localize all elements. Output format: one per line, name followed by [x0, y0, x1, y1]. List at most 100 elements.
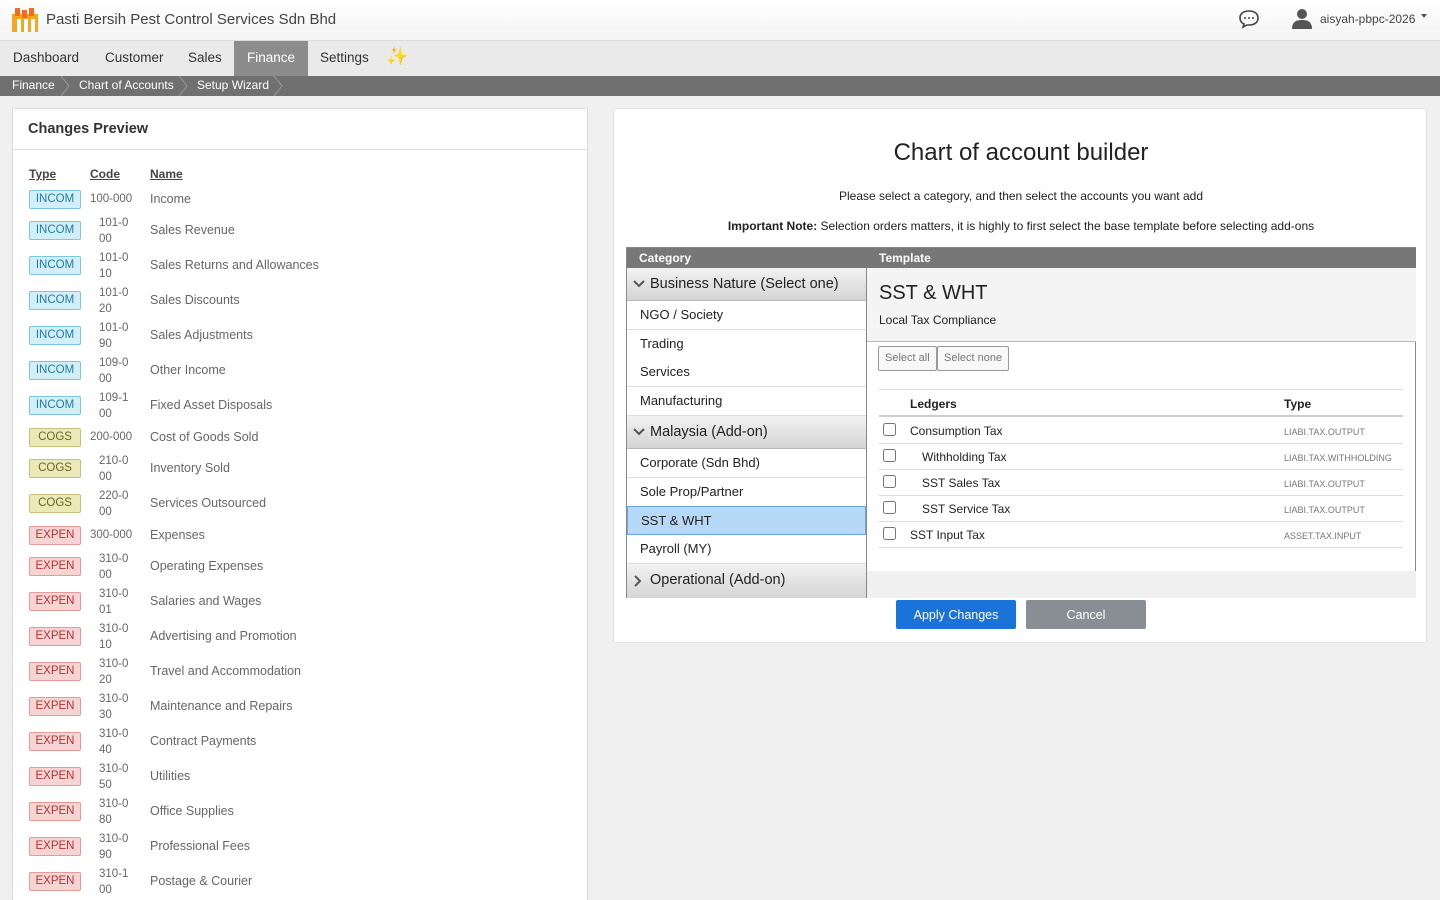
account-name: Contract Payments: [150, 734, 257, 748]
table-row[interactable]: INCOM 101-000 Sales Revenue: [13, 213, 587, 248]
table-row[interactable]: EXPEN 310-080 Office Supplies: [13, 794, 587, 829]
category-item-corporate[interactable]: Corporate (Sdn Bhd): [627, 449, 866, 478]
ledger-type: LIABI.TAX.WITHHOLDING: [1284, 453, 1392, 463]
ledger-type: LIABI.TAX.OUTPUT: [1284, 479, 1365, 489]
table-row[interactable]: INCOM 101-020 Sales Discounts: [13, 283, 587, 318]
ledger-name: SST Service Tax: [922, 502, 1011, 516]
ledger-checkbox[interactable]: [883, 449, 896, 462]
table-row[interactable]: INCOM 100-000 Income: [13, 185, 587, 213]
table-row[interactable]: COGS 200-000 Cost of Goods Sold: [13, 423, 587, 451]
ledger-row[interactable]: SST Service Tax LIABI.TAX.OUTPUT: [879, 496, 1403, 522]
apply-changes-button[interactable]: Apply Changes: [896, 600, 1016, 629]
account-name: Income: [150, 191, 191, 206]
ledger-row[interactable]: SST Input Tax ASSET.TAX.INPUT: [879, 522, 1403, 548]
account-code: 109-100: [99, 392, 129, 420]
table-row[interactable]: COGS 210-000 Inventory Sold: [13, 451, 587, 486]
category-header: Category: [627, 248, 867, 268]
category-item-payroll[interactable]: Payroll (MY): [627, 535, 866, 564]
ledger-row[interactable]: Consumption Tax LIABI.TAX.OUTPUT: [879, 418, 1403, 444]
nav-customer[interactable]: Customer: [92, 41, 177, 77]
select-none-button[interactable]: Select none: [937, 346, 1010, 371]
account-name: Sales Revenue: [150, 223, 235, 237]
category-item-sole-prop[interactable]: Sole Prop/Partner: [627, 478, 866, 507]
account-code: 101-020: [99, 287, 129, 315]
column-header-code[interactable]: Code: [90, 167, 120, 181]
table-row[interactable]: COGS 220-000 Services Outsourced: [13, 486, 587, 521]
ledger-row[interactable]: Withholding Tax LIABI.TAX.WITHHOLDING: [879, 444, 1403, 470]
table-row[interactable]: EXPEN 310-000 Operating Expenses: [13, 549, 587, 584]
logo-icon[interactable]: [12, 8, 38, 32]
type-badge: EXPEN: [29, 697, 81, 716]
category-group-label: Business Nature (Select one): [650, 276, 839, 292]
table-row[interactable]: EXPEN 310-030 Maintenance and Repairs: [13, 689, 587, 724]
account-name: Maintenance and Repairs: [150, 699, 293, 713]
table-row[interactable]: EXPEN 310-040 Contract Payments: [13, 724, 587, 759]
builder-note: Important Note: Selection orders matters…: [614, 219, 1428, 233]
nav-sales[interactable]: Sales: [175, 41, 235, 77]
account-name: Advertising and Promotion: [150, 629, 297, 643]
table-row[interactable]: INCOM 101-090 Sales Adjustments: [13, 318, 587, 353]
table-row[interactable]: EXPEN 310-050 Utilities: [13, 759, 587, 794]
category-item-services[interactable]: Services: [627, 358, 866, 387]
account-name: Salaries and Wages: [150, 594, 262, 608]
ledger-row[interactable]: SST Sales Tax LIABI.TAX.OUTPUT: [879, 470, 1403, 496]
nav-finance[interactable]: Finance: [234, 41, 309, 77]
account-code: 100-000: [90, 193, 133, 205]
category-group-label: Operational (Add-on): [650, 572, 786, 588]
cancel-button[interactable]: Cancel: [1026, 600, 1146, 629]
category-group-operational[interactable]: Operational (Add-on): [627, 564, 866, 598]
ledger-checkbox[interactable]: [883, 423, 896, 436]
account-code: 210-000: [99, 455, 129, 483]
type-badge: INCOM: [29, 291, 81, 310]
account-code: 101-010: [99, 252, 129, 280]
account-code: 310-080: [99, 798, 129, 826]
changes-preview-panel: Changes Preview Type Code Name INCOM 100-…: [12, 108, 588, 900]
table-row[interactable]: EXPEN 310-010 Advertising and Promotion: [13, 619, 587, 654]
ledger-checkbox[interactable]: [883, 501, 896, 514]
ledger-name: Consumption Tax: [910, 424, 1003, 438]
table-row[interactable]: EXPEN 310-001 Salaries and Wages: [13, 584, 587, 619]
chat-icon[interactable]: [1238, 9, 1260, 29]
table-row[interactable]: INCOM 109-000 Other Income: [13, 353, 587, 388]
select-all-button[interactable]: Select all: [878, 346, 937, 371]
column-header-name[interactable]: Name: [150, 167, 183, 181]
user-icon[interactable]: [1291, 7, 1313, 29]
nav-dashboard[interactable]: Dashboard: [0, 41, 92, 77]
sparkle-icon[interactable]: ✨: [386, 46, 408, 67]
category-item-ngo-society[interactable]: NGO / Society: [627, 301, 866, 330]
table-row[interactable]: EXPEN 300-000 Expenses: [13, 521, 587, 549]
table-row[interactable]: INCOM 101-010 Sales Returns and Allowances: [13, 248, 587, 283]
column-header-type: Type: [1284, 397, 1312, 411]
account-name: Inventory Sold: [150, 461, 230, 475]
category-item-manufacturing[interactable]: Manufacturing: [627, 387, 866, 416]
breadcrumb-setup-wizard[interactable]: Setup Wizard: [197, 76, 269, 96]
column-header-type[interactable]: Type: [29, 167, 56, 181]
category-group-business-nature[interactable]: Business Nature (Select one): [627, 268, 866, 301]
table-row[interactable]: EXPEN 310-100 Postage & Courier: [13, 864, 587, 899]
category-item-sst-wht[interactable]: SST & WHT: [627, 506, 866, 535]
type-badge: EXPEN: [29, 837, 81, 856]
caret-down-icon[interactable]: [1421, 14, 1427, 18]
template-info: SST & WHT Local Tax Compliance: [867, 268, 1416, 342]
company-name: Pasti Bersih Pest Control Services Sdn B…: [46, 11, 337, 28]
table-row[interactable]: EXPEN 310-090 Professional Fees: [13, 829, 587, 864]
nav-settings[interactable]: Settings: [307, 41, 382, 77]
chevron-right-icon: [634, 575, 642, 587]
ledger-checkbox[interactable]: [883, 475, 896, 488]
breadcrumb-separator-icon: [60, 76, 70, 96]
breadcrumb-chart-of-accounts[interactable]: Chart of Accounts: [79, 76, 174, 96]
chevron-down-icon: [633, 428, 645, 436]
table-row[interactable]: INCOM 109-100 Fixed Asset Disposals: [13, 388, 587, 423]
category-item-trading[interactable]: Trading: [627, 330, 866, 359]
ledger-checkbox[interactable]: [883, 527, 896, 540]
ledger-name: SST Input Tax: [910, 528, 985, 542]
breadcrumb-finance[interactable]: Finance: [12, 76, 55, 96]
account-name: Operating Expenses: [150, 559, 264, 573]
type-badge: INCOM: [29, 361, 81, 380]
account-code: 310-050: [99, 763, 129, 791]
table-row[interactable]: EXPEN 310-020 Travel and Accommodation: [13, 654, 587, 689]
type-badge: EXPEN: [29, 525, 81, 545]
type-badge: EXPEN: [29, 872, 81, 891]
user-name[interactable]: aisyah-pbpc-2026: [1320, 12, 1415, 26]
category-group-malaysia[interactable]: Malaysia (Add-on): [627, 416, 866, 449]
